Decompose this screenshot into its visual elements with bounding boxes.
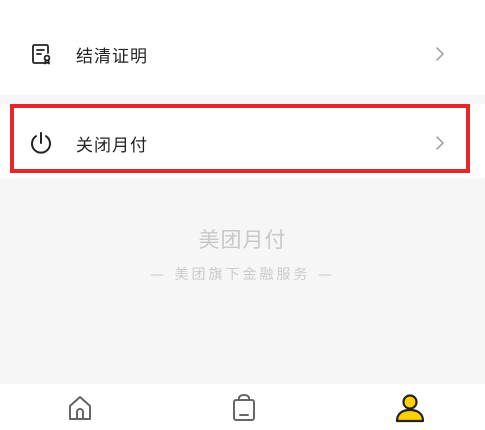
menu-item-label: 关闭月付 [76, 135, 148, 156]
menu-item-label: 结清证明 [76, 46, 148, 67]
shopping-bag-icon [228, 392, 260, 428]
tab-orders[interactable] [226, 392, 262, 428]
certificate-icon [28, 41, 54, 67]
user-icon [393, 391, 427, 429]
brand-title: 美团月付 [198, 228, 287, 252]
chevron-right-icon [433, 47, 447, 61]
menu-item-close-monthly-pay[interactable]: 关闭月付 [0, 106, 485, 180]
tab-profile[interactable] [392, 392, 428, 428]
menu-item-settlement-certificate[interactable]: 结清证明 [0, 17, 485, 91]
brand-subtitle: — 美团旗下金融服务 — [150, 267, 335, 283]
chevron-right-icon [433, 136, 447, 150]
tab-home[interactable] [62, 392, 98, 428]
power-icon [28, 130, 54, 156]
home-icon [64, 392, 96, 428]
bottom-tab-bar [0, 384, 485, 430]
